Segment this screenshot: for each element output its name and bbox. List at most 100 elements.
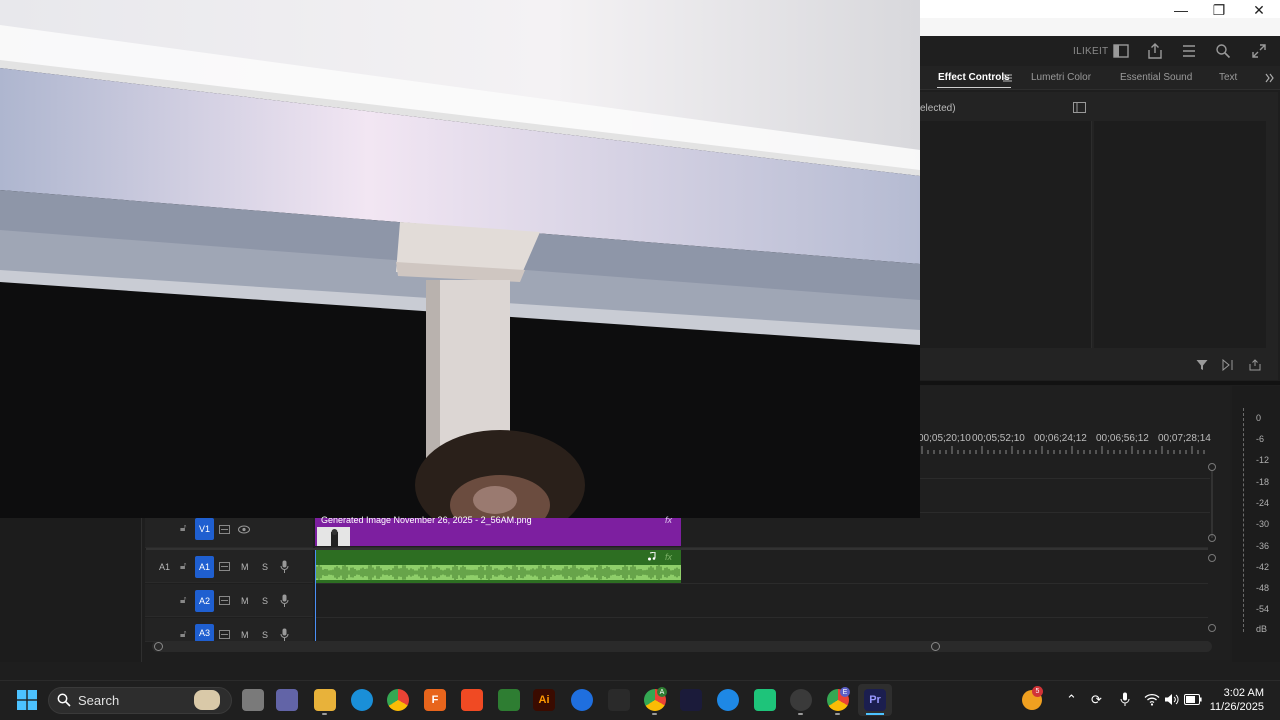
timecode-label: 00;07;28;14 [1158, 433, 1211, 444]
show-hidden-icons[interactable]: ⌃ [1066, 692, 1077, 708]
export-frame-icon[interactable] [1249, 359, 1261, 371]
vpn-lock-icon[interactable] [498, 689, 520, 711]
time-ruler[interactable] [920, 446, 1210, 454]
running-indicator [322, 713, 327, 715]
workspace-label[interactable]: ILIKEIT [1073, 46, 1108, 57]
teams-icon[interactable] [276, 689, 298, 711]
timecode-label: 00;06;24;12 [1034, 433, 1087, 444]
teamviewer-icon[interactable] [571, 689, 593, 711]
share-icon[interactable] [1146, 42, 1164, 60]
track-lane-a3[interactable] [315, 618, 1208, 642]
illustrator-icon[interactable]: Ai [533, 689, 555, 711]
running-indicator [652, 713, 657, 715]
edge-icon[interactable] [351, 689, 373, 711]
eye-icon[interactable] [238, 525, 250, 534]
source-patch-a1[interactable]: A1 [159, 562, 170, 572]
profile-badge: A [657, 687, 667, 697]
sync-lock-icon[interactable] [219, 630, 230, 639]
filter-icon[interactable] [1196, 359, 1208, 371]
menu-icon[interactable] [1180, 42, 1198, 60]
app-store-icon[interactable] [717, 689, 739, 711]
affinity-icon[interactable] [680, 689, 702, 711]
solo-button[interactable]: S [262, 630, 268, 640]
active-tab-indicator [937, 87, 1011, 88]
wifi-icon[interactable] [1144, 693, 1160, 706]
battery-icon[interactable] [1184, 694, 1202, 705]
fx-badge[interactable]: fx [665, 515, 672, 525]
timeline-horizontal-scrollbar[interactable] [152, 641, 1212, 652]
track-target-a2[interactable]: A2 [195, 590, 214, 612]
tab-essential-sound[interactable]: Essential Sound [1120, 72, 1192, 83]
fences-icon[interactable]: F [424, 689, 446, 711]
panel-layout-icon[interactable] [1112, 42, 1130, 60]
scroll-handle-left[interactable] [154, 642, 163, 651]
mute-button[interactable]: M [241, 630, 249, 640]
brave-icon[interactable] [461, 689, 483, 711]
video-audio-divider [146, 548, 1208, 550]
solo-button[interactable]: S [262, 596, 268, 606]
lock-icon[interactable]: 🔓︎ [180, 561, 186, 572]
sync-lock-icon[interactable] [219, 596, 230, 605]
app-icon[interactable] [608, 689, 630, 711]
volume-icon[interactable] [1164, 693, 1180, 706]
timecode-label: 00;06;56;12 [1096, 433, 1149, 444]
panel-divider[interactable] [920, 381, 1280, 385]
solo-button[interactable]: S [262, 562, 268, 572]
running-indicator [798, 713, 803, 715]
obs-icon[interactable] [790, 689, 812, 711]
effect-properties-area [920, 121, 1092, 348]
meter-label: -42 [1256, 562, 1270, 572]
mute-button[interactable]: M [241, 596, 249, 606]
chat-app-icon[interactable] [754, 689, 776, 711]
playhead[interactable] [315, 548, 316, 642]
tab-text[interactable]: Text [1219, 72, 1237, 83]
track-target-v1[interactable]: V1 [195, 518, 214, 540]
audio-note-icon [648, 552, 656, 561]
mute-button[interactable]: M [241, 562, 249, 572]
track-divider [920, 478, 1210, 479]
track-lane-a2[interactable] [315, 584, 1208, 618]
sync-lock-icon[interactable] [219, 525, 230, 534]
meter-label: dB [1256, 624, 1268, 634]
tab-lumetri-color[interactable]: Lumetri Color [1031, 72, 1091, 83]
tab-menu-icon[interactable] [1003, 74, 1012, 82]
search-icon[interactable] [1214, 42, 1232, 60]
scroll-handle-right[interactable] [931, 642, 940, 651]
fullscreen-icon[interactable] [1250, 42, 1268, 60]
microphone-icon[interactable] [280, 628, 289, 641]
title-bar-separator [920, 18, 1280, 36]
microphone-icon[interactable] [280, 594, 289, 607]
play-audio-icon[interactable] [1222, 359, 1234, 371]
tab-effect-controls[interactable]: Effect Controls [938, 72, 1010, 83]
search-icon [57, 693, 71, 707]
meter-label: -48 [1256, 583, 1270, 593]
premiere-icon[interactable]: Pr [864, 689, 886, 711]
lock-icon[interactable]: 🔓︎ [180, 629, 186, 640]
track-target-a1[interactable]: A1 [195, 556, 214, 578]
lock-icon[interactable]: 🔓︎ [180, 595, 186, 606]
lock-icon[interactable]: 🔓︎ [180, 523, 186, 534]
fx-badge[interactable]: fx [665, 552, 672, 562]
more-tabs-icon[interactable] [1265, 73, 1275, 83]
timecode-label: 00;05;52;10 [972, 433, 1025, 444]
notification-badge: 5 [1032, 686, 1043, 697]
timeline-vertical-scrollbar[interactable] [1208, 462, 1216, 640]
chrome-icon[interactable] [387, 689, 409, 711]
toggle-timeline-view-icon[interactable] [1073, 102, 1086, 113]
windows-start-icon[interactable] [17, 690, 37, 710]
system-clock[interactable]: 3:02 AM 11/26/2025 [1210, 686, 1264, 714]
effect-keyframe-area [1094, 121, 1266, 348]
microphone-icon[interactable] [1120, 692, 1130, 707]
profile-badge: E [840, 687, 850, 697]
sync-icon[interactable]: ⟳ [1091, 692, 1102, 708]
meter-label: 0 [1256, 413, 1262, 423]
video-clip-name: Generated Image November 26, 2025 - 2_56… [321, 515, 532, 525]
no-clip-selected-text: elected) [920, 103, 956, 114]
microphone-icon[interactable] [280, 560, 289, 573]
meter-bar [1243, 408, 1251, 632]
task-view-icon[interactable] [242, 689, 264, 711]
close-button[interactable]: ✕ [1236, 0, 1280, 20]
sync-lock-icon[interactable] [219, 562, 230, 571]
track-target-a3[interactable]: A3 [195, 624, 214, 642]
file-explorer-icon[interactable] [314, 689, 336, 711]
